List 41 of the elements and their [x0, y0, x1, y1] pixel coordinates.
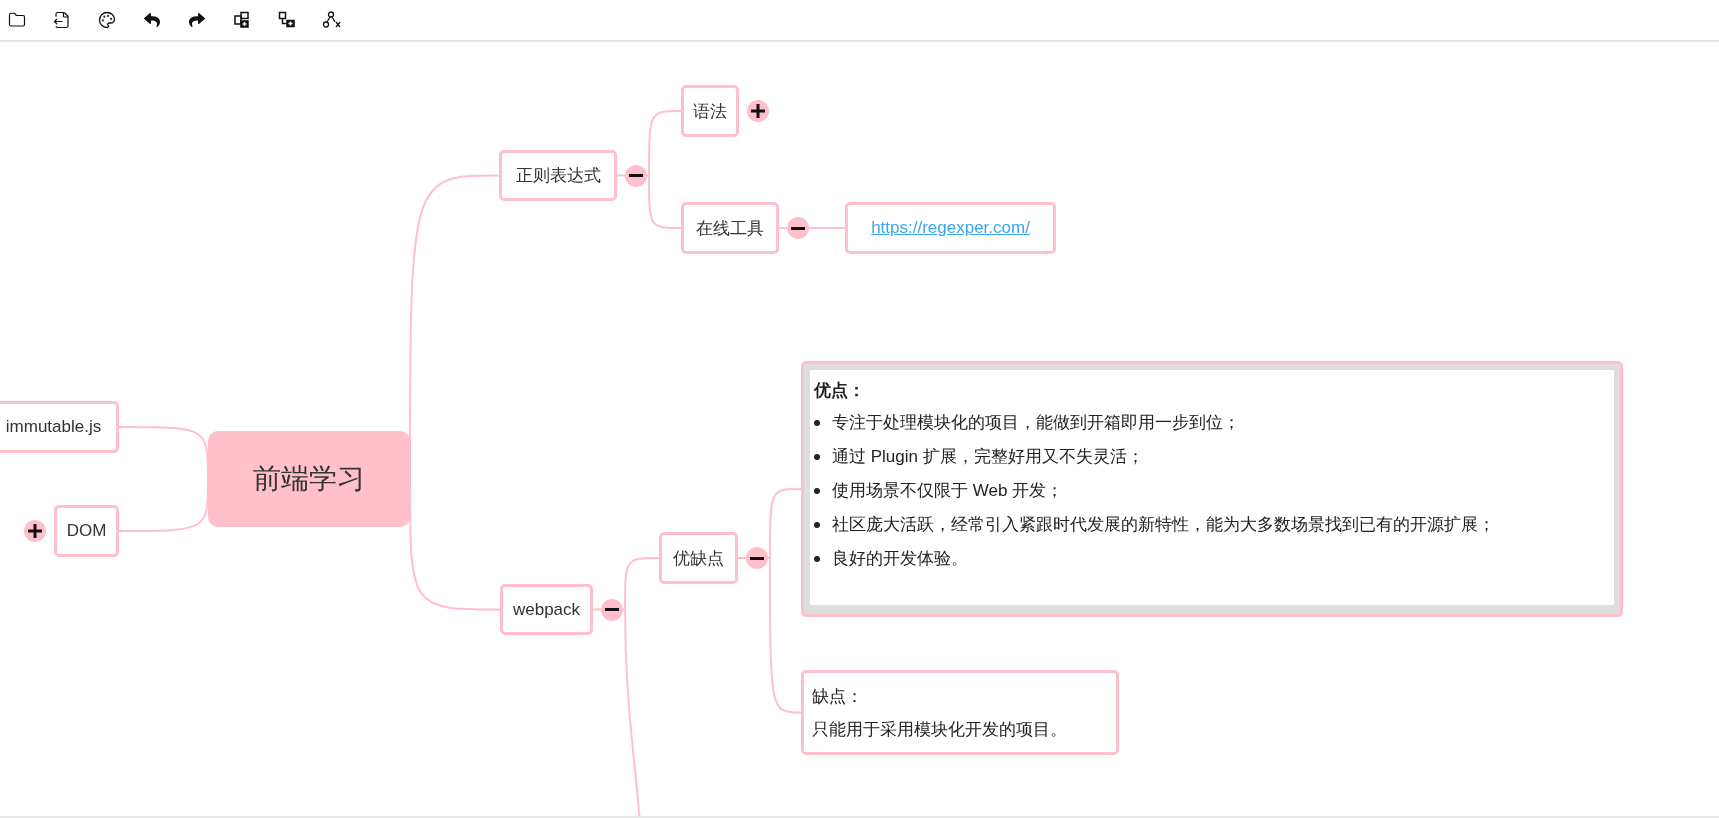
bullet-icon	[814, 420, 820, 426]
note-item: 通过 Plugin 扩展，完整好用又不失灵活；	[832, 446, 1144, 468]
topic-node[interactable]: 在线工具	[681, 202, 779, 254]
folder-icon	[8, 11, 26, 29]
topic-node[interactable]: 语法	[681, 85, 739, 137]
delete-node-icon	[322, 11, 342, 29]
bullet-icon	[814, 522, 820, 528]
add-sibling-icon	[278, 11, 296, 29]
minus-icon	[629, 174, 643, 177]
minus-icon	[750, 556, 764, 560]
note-item: 良好的开发体验。	[832, 548, 968, 570]
root-node[interactable]: 前端学习	[208, 431, 410, 527]
expand-button[interactable]	[24, 520, 46, 542]
collapse-button[interactable]	[625, 164, 647, 187]
minus-icon	[791, 226, 805, 230]
topic-node[interactable]: DOM	[54, 505, 119, 557]
redo-icon	[189, 12, 205, 28]
collapse-button[interactable]	[601, 598, 623, 621]
add-child-icon	[233, 11, 251, 29]
collapse-button[interactable]	[746, 547, 768, 569]
topic-node[interactable]: 正则表达式	[499, 150, 617, 201]
minus-icon	[605, 608, 619, 611]
note-title: 优点：	[814, 380, 866, 402]
bullet-icon	[814, 488, 820, 494]
bullet-icon	[814, 556, 820, 562]
topic-node[interactable]: immutable.js	[0, 401, 119, 453]
note-item: 专注于处理模块化的项目，能做到开箱即用一步到位；	[832, 412, 1240, 434]
collapse-button[interactable]	[787, 217, 809, 239]
plus-icon	[28, 524, 42, 538]
bullet-icon	[814, 454, 820, 460]
topic-node[interactable]: webpack	[500, 584, 593, 635]
undo-icon	[144, 12, 160, 28]
topic-node[interactable]: 优缺点	[659, 532, 738, 584]
palette-icon	[98, 11, 116, 29]
note-item: 社区庞大活跃，经常引入紧跟时代发展的新特性，能为大多数场景找到已有的开源扩展；	[832, 514, 1495, 536]
note-item: 使用场景不仅限于 Web 开发；	[832, 480, 1064, 502]
expand-button[interactable]	[747, 100, 769, 122]
plus-icon	[751, 104, 765, 118]
text-line: 缺点：	[812, 685, 864, 708]
text-line: 只能用于采用模块化开发的项目。	[812, 718, 1068, 741]
file-export-icon	[53, 11, 71, 29]
